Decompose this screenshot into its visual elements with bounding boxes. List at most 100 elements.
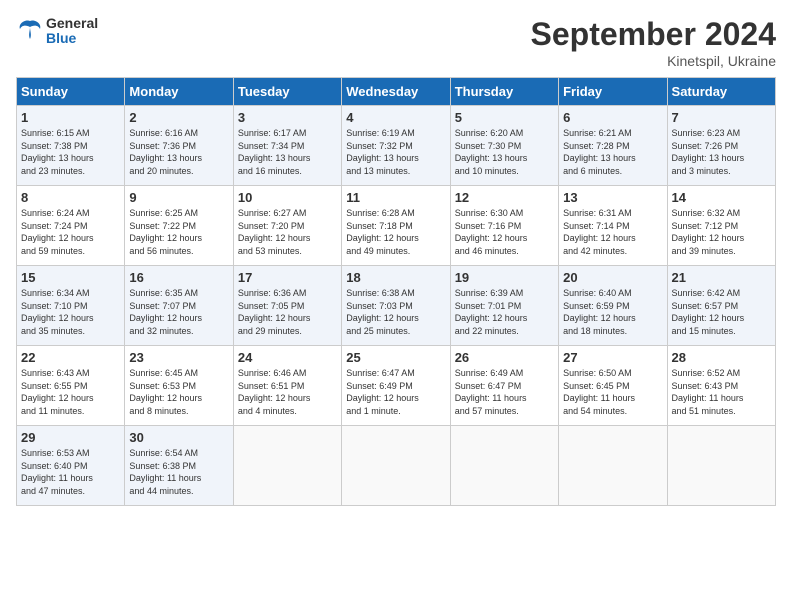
day-info: Sunrise: 6:49 AM Sunset: 6:47 PM Dayligh… [455,367,554,417]
day-number: 14 [672,190,771,205]
calendar-day-cell: 30Sunrise: 6:54 AM Sunset: 6:38 PM Dayli… [125,426,233,506]
calendar-day-cell: 11 Sunrise: 6:28 AM Sunset: 7:18 PM Dayli… [342,186,450,266]
day-info: Sunrise: 6:23 AM Sunset: 7:26 PM Dayligh… [672,127,771,177]
day-number: 24 [238,350,337,365]
calendar-week-row: 29Sunrise: 6:53 AM Sunset: 6:40 PM Dayli… [17,426,776,506]
calendar-day-cell: 5 Sunrise: 6:20 AM Sunset: 7:30 PM Daylig… [450,106,558,186]
day-number: 7 [672,110,771,125]
calendar-day-cell: 12 Sunrise: 6:30 AM Sunset: 7:16 PM Dayli… [450,186,558,266]
day-number: 27 [563,350,662,365]
calendar-day-cell: 2 Sunrise: 6:16 AM Sunset: 7:36 PM Daylig… [125,106,233,186]
day-info: Sunrise: 6:28 AM Sunset: 7:18 PM Dayligh… [346,207,445,257]
logo-general: General [46,16,98,31]
day-info: Sunrise: 6:15 AM Sunset: 7:38 PM Dayligh… [21,127,120,177]
calendar-day-cell: 25 Sunrise: 6:47 AM Sunset: 6:49 PM Dayli… [342,346,450,426]
calendar-day-cell: 8 Sunrise: 6:24 AM Sunset: 7:24 PM Daylig… [17,186,125,266]
day-number: 8 [21,190,120,205]
day-info: Sunrise: 6:30 AM Sunset: 7:16 PM Dayligh… [455,207,554,257]
calendar-day-cell: 14Sunrise: 6:32 AM Sunset: 7:12 PM Dayli… [667,186,775,266]
calendar-day-cell: 4 Sunrise: 6:19 AM Sunset: 7:32 PM Daylig… [342,106,450,186]
calendar-day-cell [233,426,341,506]
calendar-day-cell [450,426,558,506]
calendar-day-cell [559,426,667,506]
calendar-day-cell: 16Sunrise: 6:35 AM Sunset: 7:07 PM Dayli… [125,266,233,346]
day-info: Sunrise: 6:43 AM Sunset: 6:55 PM Dayligh… [21,367,120,417]
day-number: 22 [21,350,120,365]
calendar-day-cell: 29Sunrise: 6:53 AM Sunset: 6:40 PM Dayli… [17,426,125,506]
calendar-day-cell [342,426,450,506]
day-info: Sunrise: 6:47 AM Sunset: 6:49 PM Dayligh… [346,367,445,417]
calendar-day-cell: 9 Sunrise: 6:25 AM Sunset: 7:22 PM Daylig… [125,186,233,266]
calendar-week-row: 22 Sunrise: 6:43 AM Sunset: 6:55 PM Dayli… [17,346,776,426]
calendar-week-row: 15Sunrise: 6:34 AM Sunset: 7:10 PM Dayli… [17,266,776,346]
day-info: Sunrise: 6:53 AM Sunset: 6:40 PM Dayligh… [21,447,120,497]
day-number: 30 [129,430,228,445]
header-saturday: Saturday [667,78,775,106]
day-number: 5 [455,110,554,125]
calendar-table: Sunday Monday Tuesday Wednesday Thursday… [16,77,776,506]
calendar-day-cell: 23 Sunrise: 6:45 AM Sunset: 6:53 PM Dayli… [125,346,233,426]
calendar-day-cell: 6Sunrise: 6:21 AM Sunset: 7:28 PM Daylig… [559,106,667,186]
calendar-day-cell: 27 Sunrise: 6:50 AM Sunset: 6:45 PM Dayli… [559,346,667,426]
day-number: 9 [129,190,228,205]
calendar-day-cell: 19 Sunrise: 6:39 AM Sunset: 7:01 PM Dayli… [450,266,558,346]
day-info: Sunrise: 6:46 AM Sunset: 6:51 PM Dayligh… [238,367,337,417]
calendar-day-cell: 10Sunrise: 6:27 AM Sunset: 7:20 PM Dayli… [233,186,341,266]
day-number: 12 [455,190,554,205]
header-friday: Friday [559,78,667,106]
calendar-day-cell: 28Sunrise: 6:52 AM Sunset: 6:43 PM Dayli… [667,346,775,426]
day-info: Sunrise: 6:50 AM Sunset: 6:45 PM Dayligh… [563,367,662,417]
day-info: Sunrise: 6:25 AM Sunset: 7:22 PM Dayligh… [129,207,228,257]
day-info: Sunrise: 6:39 AM Sunset: 7:01 PM Dayligh… [455,287,554,337]
location-subtitle: Kinetspil, Ukraine [531,53,776,69]
day-info: Sunrise: 6:45 AM Sunset: 6:53 PM Dayligh… [129,367,228,417]
day-number: 23 [129,350,228,365]
header-sunday: Sunday [17,78,125,106]
month-title: September 2024 [531,16,776,53]
calendar-day-cell: 3Sunrise: 6:17 AM Sunset: 7:34 PM Daylig… [233,106,341,186]
day-number: 11 [346,190,445,205]
day-number: 26 [455,350,554,365]
calendar-day-cell: 13Sunrise: 6:31 AM Sunset: 7:14 PM Dayli… [559,186,667,266]
day-info: Sunrise: 6:31 AM Sunset: 7:14 PM Dayligh… [563,207,662,257]
logo-bird-icon [16,17,44,45]
calendar-day-cell: 7 Sunrise: 6:23 AM Sunset: 7:26 PM Daylig… [667,106,775,186]
calendar-day-cell: 21Sunrise: 6:42 AM Sunset: 6:57 PM Dayli… [667,266,775,346]
calendar-week-row: 8 Sunrise: 6:24 AM Sunset: 7:24 PM Daylig… [17,186,776,266]
day-info: Sunrise: 6:40 AM Sunset: 6:59 PM Dayligh… [563,287,662,337]
title-area: September 2024 Kinetspil, Ukraine [531,16,776,69]
day-info: Sunrise: 6:16 AM Sunset: 7:36 PM Dayligh… [129,127,228,177]
day-number: 4 [346,110,445,125]
day-info: Sunrise: 6:42 AM Sunset: 6:57 PM Dayligh… [672,287,771,337]
header-monday: Monday [125,78,233,106]
day-number: 25 [346,350,445,365]
calendar-day-cell: 26 Sunrise: 6:49 AM Sunset: 6:47 PM Dayli… [450,346,558,426]
calendar-day-cell: 18Sunrise: 6:38 AM Sunset: 7:03 PM Dayli… [342,266,450,346]
day-number: 15 [21,270,120,285]
day-number: 2 [129,110,228,125]
calendar-day-cell: 24 Sunrise: 6:46 AM Sunset: 6:51 PM Dayli… [233,346,341,426]
header-tuesday: Tuesday [233,78,341,106]
calendar-day-cell: 1Sunrise: 6:15 AM Sunset: 7:38 PM Daylig… [17,106,125,186]
day-number: 28 [672,350,771,365]
day-number: 16 [129,270,228,285]
logo-text-block: General Blue [16,16,98,47]
day-info: Sunrise: 6:19 AM Sunset: 7:32 PM Dayligh… [346,127,445,177]
day-number: 3 [238,110,337,125]
day-number: 17 [238,270,337,285]
logo: General Blue [16,16,98,47]
weekday-header-row: Sunday Monday Tuesday Wednesday Thursday… [17,78,776,106]
day-info: Sunrise: 6:24 AM Sunset: 7:24 PM Dayligh… [21,207,120,257]
day-number: 19 [455,270,554,285]
day-number: 18 [346,270,445,285]
day-number: 20 [563,270,662,285]
calendar-day-cell: 17Sunrise: 6:36 AM Sunset: 7:05 PM Dayli… [233,266,341,346]
header-thursday: Thursday [450,78,558,106]
day-info: Sunrise: 6:21 AM Sunset: 7:28 PM Dayligh… [563,127,662,177]
day-info: Sunrise: 6:20 AM Sunset: 7:30 PM Dayligh… [455,127,554,177]
calendar-day-cell: 22 Sunrise: 6:43 AM Sunset: 6:55 PM Dayli… [17,346,125,426]
calendar-week-row: 1Sunrise: 6:15 AM Sunset: 7:38 PM Daylig… [17,106,776,186]
logo-blue: Blue [46,31,98,46]
header: General Blue September 2024 Kinetspil, U… [16,16,776,69]
calendar-day-cell: 20 Sunrise: 6:40 AM Sunset: 6:59 PM Dayli… [559,266,667,346]
